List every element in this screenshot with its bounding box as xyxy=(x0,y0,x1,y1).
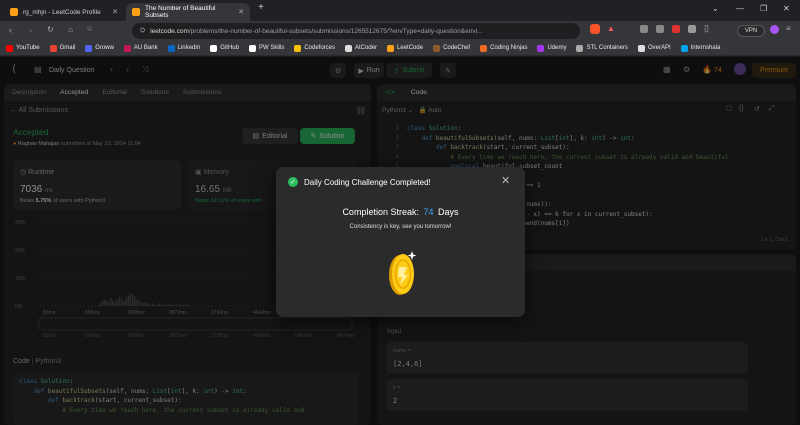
bookmark-favicon-icon xyxy=(6,44,13,52)
bookmark-label: CodeChef xyxy=(443,45,471,51)
bookmarks-bar: YouTube Gmail Groww AU Bank LinkedIn GitHub PW… xyxy=(0,41,800,56)
bookmark-label: Gmail xyxy=(59,45,76,51)
bookmark-au-bank[interactable]: AU Bank xyxy=(123,44,158,52)
browser-tab-strip: rg_mhjn - LeetCode Profile ✕ The Number … xyxy=(0,0,800,21)
close-icon[interactable]: ✕ xyxy=(501,174,510,187)
bookmark-label: AU Bank xyxy=(133,45,158,51)
menu-icon[interactable]: ≡ xyxy=(786,24,791,33)
browser-tab-profile[interactable]: rg_mhjn - LeetCode Profile ✕ xyxy=(4,3,124,21)
bookmark-label: OverAPI xyxy=(647,45,671,51)
brave-shield-icon[interactable] xyxy=(590,24,600,34)
bookmark-label: LeetCode xyxy=(397,45,424,51)
completion-streak: Completion Streak: 74 Days xyxy=(276,207,525,217)
forward-icon[interactable]: › xyxy=(29,25,32,35)
bookmark-label: Udemy xyxy=(547,45,567,51)
minimize-icon[interactable]: — xyxy=(736,4,744,13)
bookmark-label: LinkedIn xyxy=(177,45,201,51)
bookmark-favicon-icon xyxy=(537,44,545,52)
bookmark-favicon-icon xyxy=(433,44,441,52)
bookmark-favicon-icon xyxy=(480,44,488,52)
bookmark-favicon-icon xyxy=(167,44,175,52)
back-icon[interactable]: ‹ xyxy=(9,25,12,35)
bookmark-label: Codeforces xyxy=(304,45,336,51)
streak-days-value: 74 xyxy=(423,207,434,217)
address-bar[interactable]: ⛭ leetcode.com /problems/the-number-of-b… xyxy=(132,23,580,39)
bookmark-youtube[interactable]: YouTube xyxy=(6,44,40,52)
bookmark-linkedin[interactable]: LinkedIn xyxy=(167,44,201,52)
streak-label: Completion Streak: xyxy=(342,207,419,217)
new-tab-icon[interactable]: + xyxy=(258,2,264,13)
bookmark-label: GitHub xyxy=(220,45,239,51)
profile-avatar-icon[interactable] xyxy=(770,25,779,34)
bookmark-internshala[interactable]: Internshala xyxy=(680,44,721,52)
bookmark-favicon-icon xyxy=(248,44,256,52)
check-circle-icon: ✓ xyxy=(288,177,298,187)
vpn-button[interactable]: VPN xyxy=(737,25,765,37)
bookmark-label: Coding Ninjas xyxy=(490,45,528,51)
bookmark-favicon-icon xyxy=(294,44,302,52)
leetcode-favicon-icon xyxy=(10,8,18,16)
bookmark-label: PW Skills xyxy=(258,45,285,51)
url-host: leetcode.com xyxy=(150,27,189,35)
bookmark-label: AtCoder xyxy=(355,45,378,51)
bookmark-favicon-icon xyxy=(387,44,395,52)
bookmark-label: Internshala xyxy=(690,45,721,51)
modal-message: Consistency is key, see you tomorrow! xyxy=(349,224,452,230)
bookmark-github[interactable]: GitHub xyxy=(210,44,239,52)
close-tab-icon[interactable]: ✕ xyxy=(112,8,118,16)
maximize-icon[interactable]: ❐ xyxy=(760,4,767,13)
close-tab-icon[interactable]: ✕ xyxy=(238,8,244,16)
puzzle-icon[interactable] xyxy=(688,25,696,33)
bookmark-overapi[interactable]: OverAPI xyxy=(637,44,671,52)
bookmark-favicon-icon xyxy=(345,44,353,52)
bookmark-star-icon[interactable]: ☆ xyxy=(86,24,93,33)
bookmark-label: Groww xyxy=(95,45,114,51)
tab-title: rg_mhjn - LeetCode Profile xyxy=(23,8,101,16)
browser-toolbar: ‹ › ↻ ⌂ ☆ ⛭ leetcode.com /problems/the-n… xyxy=(0,21,800,41)
extension-icon[interactable] xyxy=(640,25,648,33)
tab-title: The Number of Beautiful Subsets xyxy=(145,5,216,19)
reload-icon[interactable]: ↻ xyxy=(47,25,54,34)
bookmark-favicon-icon xyxy=(85,44,93,52)
bookmark-udemy[interactable]: Udemy xyxy=(537,44,567,52)
sidebar-icon[interactable]: ▯ xyxy=(704,23,709,34)
bookmark-favicon-icon xyxy=(637,44,645,52)
bookmark-gmail[interactable]: Gmail xyxy=(49,44,76,52)
bookmark-favicon-icon xyxy=(210,44,218,52)
modal-title: Daily Coding Challenge Completed! xyxy=(304,178,431,187)
leetcode-favicon-icon xyxy=(132,8,140,16)
bookmark-label: YouTube xyxy=(16,45,40,51)
extension-icon[interactable] xyxy=(656,25,664,33)
bookmark-favicon-icon xyxy=(680,44,688,52)
daily-challenge-modal: ✓ Daily Coding Challenge Completed! ✕ Co… xyxy=(276,167,525,317)
bookmark-stl-containers[interactable]: STL Containers xyxy=(576,44,628,52)
bookmark-label: STL Containers xyxy=(586,45,628,51)
home-icon[interactable]: ⌂ xyxy=(68,25,73,34)
bookmark-favicon-icon xyxy=(576,44,584,52)
site-info-icon[interactable]: ⛭ xyxy=(140,27,145,35)
close-window-icon[interactable]: ✕ xyxy=(783,4,790,13)
gold-coin-icon xyxy=(389,251,417,295)
bookmark-favicon-icon xyxy=(49,44,57,52)
bookmark-favicon-icon xyxy=(123,44,131,52)
bookmark-codechef[interactable]: CodeChef xyxy=(433,44,471,52)
bookmark-codeforces[interactable]: Codeforces xyxy=(294,44,336,52)
bookmark-leetcode[interactable]: LeetCode xyxy=(387,44,424,52)
bookmark-atcoder[interactable]: AtCoder xyxy=(345,44,378,52)
tab-search-icon[interactable]: ⌄ xyxy=(712,4,719,13)
bookmark-coding-ninjas[interactable]: Coding Ninjas xyxy=(480,44,528,52)
extension-icon[interactable] xyxy=(672,25,680,33)
streak-unit: Days xyxy=(438,207,459,217)
url-path: /problems/the-number-of-beautiful-subset… xyxy=(188,27,483,35)
browser-tab-problem[interactable]: The Number of Beautiful Subsets ✕ xyxy=(126,3,250,21)
bookmark-groww[interactable]: Groww xyxy=(85,44,114,52)
brave-rewards-icon[interactable]: ▲ xyxy=(607,24,615,33)
vpn-label: VPN xyxy=(744,28,758,34)
bookmark-pw-skills[interactable]: PW Skills xyxy=(248,44,285,52)
